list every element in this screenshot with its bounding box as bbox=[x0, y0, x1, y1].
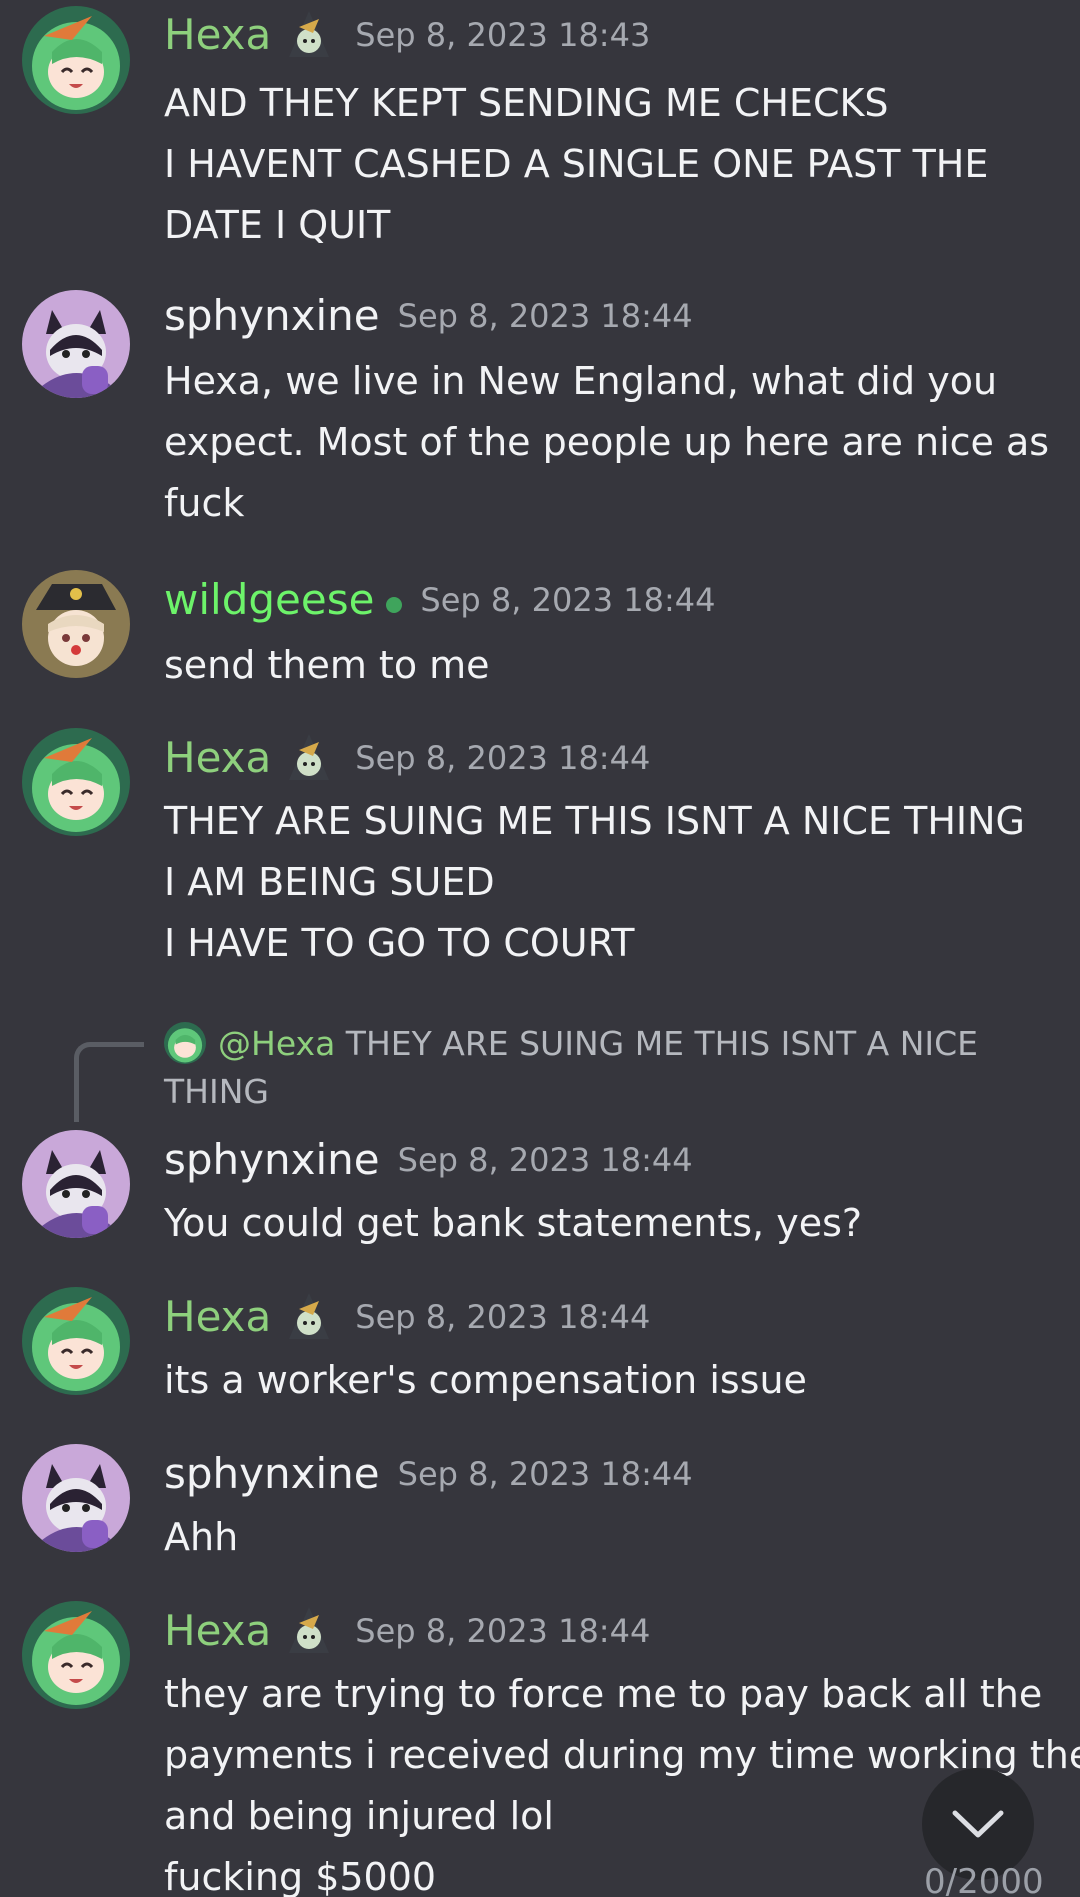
reply-connector bbox=[74, 1042, 144, 1122]
message-line: You could get bank statements, yes? bbox=[164, 1201, 863, 1245]
timestamp: Sep 8, 2023 18:44 bbox=[397, 1455, 693, 1493]
timestamp: Sep 8, 2023 18:43 bbox=[355, 16, 651, 54]
timestamp: Sep 8, 2023 18:44 bbox=[355, 739, 651, 777]
message-line: Ahh bbox=[164, 1515, 239, 1559]
character-counter: 0/2000 bbox=[924, 1862, 1044, 1897]
message-line: I HAVE TO GO TO COURT bbox=[164, 921, 635, 965]
username[interactable]: Hexa bbox=[164, 728, 271, 788]
avatar-sphynxine[interactable] bbox=[22, 1130, 130, 1238]
chat-message-list[interactable]: Hexa Sep 8, 2023 18:43 AND THEY KEPT SEN… bbox=[0, 0, 1080, 1897]
username[interactable]: sphynxine bbox=[164, 1444, 380, 1504]
role-badge-icon bbox=[289, 734, 330, 780]
message-line: payments i received during my time worki… bbox=[164, 1733, 1080, 1777]
role-badge-icon bbox=[289, 1607, 330, 1653]
reply-text: @Hexa THEY ARE SUING ME THIS ISNT A NICE… bbox=[164, 1020, 1014, 1116]
message-line: its a worker's compensation issue bbox=[164, 1358, 807, 1402]
role-badge-icon bbox=[289, 11, 330, 57]
message-line: fuck bbox=[164, 481, 245, 525]
message-line: I AM BEING SUED bbox=[164, 860, 495, 904]
reply-mention[interactable]: @Hexa bbox=[218, 1024, 335, 1063]
reply-preview[interactable]: @Hexa THEY ARE SUING ME THIS ISNT A NICE… bbox=[0, 1012, 1080, 1122]
message-line: they are trying to force me to pay back … bbox=[164, 1672, 1043, 1716]
timestamp: Sep 8, 2023 18:44 bbox=[397, 1141, 693, 1179]
avatar-hexa[interactable] bbox=[22, 1287, 130, 1395]
message-line: expect. Most of the people up here are n… bbox=[164, 420, 1050, 464]
message-line: Hexa, we live in New England, what did y… bbox=[164, 359, 998, 403]
avatar-wildgeese[interactable] bbox=[22, 570, 130, 678]
username[interactable]: Hexa bbox=[164, 5, 271, 65]
timestamp: Sep 8, 2023 18:44 bbox=[355, 1612, 651, 1650]
avatar-hexa[interactable] bbox=[22, 1601, 130, 1709]
username[interactable]: sphynxine bbox=[164, 1130, 380, 1190]
timestamp: Sep 8, 2023 18:44 bbox=[397, 297, 693, 335]
message-line: AND THEY KEPT SENDING ME CHECKS bbox=[164, 81, 889, 125]
role-badge-icon bbox=[289, 1293, 330, 1339]
avatar-hexa[interactable] bbox=[22, 6, 130, 114]
online-status-icon bbox=[386, 597, 403, 613]
chevron-down-icon bbox=[952, 1810, 1004, 1838]
timestamp: Sep 8, 2023 18:44 bbox=[420, 581, 716, 619]
message-line: send them to me bbox=[164, 643, 490, 687]
username[interactable]: Hexa bbox=[164, 1287, 271, 1347]
message-line: I HAVENT CASHED A SINGLE ONE PAST THE bbox=[164, 142, 989, 186]
avatar-hexa[interactable] bbox=[22, 728, 130, 836]
username[interactable]: Hexa bbox=[164, 1601, 271, 1661]
message-line: DATE I QUIT bbox=[164, 203, 391, 247]
avatar-sphynxine[interactable] bbox=[22, 290, 130, 398]
message-line: THEY ARE SUING ME THIS ISNT A NICE THING bbox=[164, 799, 1025, 843]
avatar-sphynxine[interactable] bbox=[22, 1444, 130, 1552]
username[interactable]: sphynxine bbox=[164, 286, 380, 346]
timestamp: Sep 8, 2023 18:44 bbox=[355, 1298, 651, 1336]
username[interactable]: wildgeese bbox=[164, 570, 374, 630]
